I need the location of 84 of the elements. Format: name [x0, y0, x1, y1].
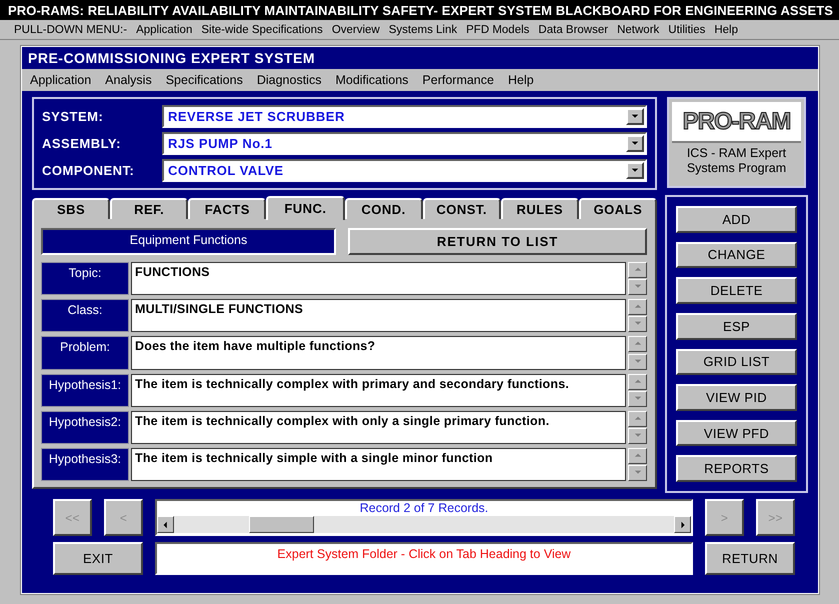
dropdown-arrow-icon: [631, 166, 639, 174]
scroll-up-button[interactable]: [628, 410, 647, 427]
scroll-down-button[interactable]: [628, 354, 647, 370]
menu-item[interactable]: Network: [617, 24, 660, 36]
menu-item[interactable]: Diagnostics: [256, 73, 322, 87]
tab[interactable]: CONST.: [422, 198, 501, 219]
dropdown[interactable]: CONTROL VALVE: [162, 159, 647, 182]
menu-item[interactable]: Application: [30, 73, 92, 87]
return-button[interactable]: RETURN: [705, 542, 795, 575]
menu-item[interactable]: Help: [714, 24, 738, 36]
menu-item[interactable]: Overview: [332, 24, 380, 36]
dropdown-arrow-icon: [631, 140, 639, 148]
scroll-up-button[interactable]: [628, 299, 647, 316]
field-label: Topic:: [41, 262, 129, 296]
menu-item[interactable]: Modifications: [335, 73, 408, 87]
text-area[interactable]: MULTI/SINGLE FUNCTIONS: [131, 299, 626, 332]
scroll-up-button[interactable]: [628, 448, 647, 464]
menu-item[interactable]: Data Browser: [538, 24, 608, 36]
action-button[interactable]: CHANGE: [676, 242, 797, 268]
scroll-down-button[interactable]: [628, 279, 647, 296]
text-area[interactable]: Does the item have multiple functions?: [131, 336, 626, 370]
field-label: Class:: [41, 299, 129, 332]
text-area[interactable]: The item is technically simple with a single minor function: [131, 448, 626, 482]
menu-item[interactable]: Help: [508, 73, 534, 87]
tab[interactable]: FUNC.: [266, 196, 344, 220]
text-area[interactable]: The item is technically complex with only a single primary function.: [131, 410, 626, 444]
action-button[interactable]: GRID LIST: [676, 348, 797, 376]
menu-item[interactable]: Performance: [422, 73, 494, 87]
scroll-down-button[interactable]: [628, 465, 647, 482]
tab[interactable]: SBS: [32, 198, 110, 219]
scroll-down-button[interactable]: [628, 390, 647, 407]
up-arrow-icon: [634, 266, 642, 274]
menu-item[interactable]: PFD Models: [466, 24, 530, 36]
field-label: ASSEMBLY:: [42, 136, 122, 151]
up-arrow-icon: [634, 378, 642, 386]
field-label: COMPONENT:: [42, 163, 136, 178]
window-title: PRE-COMMISSIONING EXPERT SYSTEM: [22, 47, 818, 69]
tab[interactable]: RULES: [500, 198, 579, 219]
action-button[interactable]: ESP: [676, 312, 797, 340]
panel-heading: Equipment Functions: [41, 228, 336, 255]
left-arrow-icon: [162, 520, 170, 528]
scroll-up-button[interactable]: [628, 262, 647, 278]
record-count: Record 2 of 7 Records.: [358, 501, 490, 516]
tab[interactable]: REF.: [110, 198, 188, 219]
field-label: Hypothesis1:: [41, 374, 129, 407]
return-to-list-button[interactable]: RETURN TO LIST: [348, 228, 647, 255]
scroll-down-button[interactable]: [628, 428, 647, 444]
menu-item[interactable]: Utilities: [668, 24, 706, 36]
menu-item[interactable]: Systems Link: [388, 24, 458, 36]
text-area[interactable]: FUNCTIONS: [131, 262, 626, 296]
action-button[interactable]: VIEW PFD: [676, 420, 797, 446]
dropdown[interactable]: RJS PUMP No.1: [162, 132, 647, 155]
field-label: SYSTEM:: [42, 109, 104, 124]
field-label: Hypothesis2:: [41, 410, 129, 444]
menu-item[interactable]: Analysis: [105, 73, 152, 87]
action-button[interactable]: REPORTS: [676, 455, 797, 482]
menu-item[interactable]: Site-wide Specifications: [201, 24, 323, 36]
dropdown-arrow-icon: [631, 112, 639, 120]
tab[interactable]: FACTS: [188, 198, 266, 219]
tab[interactable]: GOALS: [578, 198, 657, 219]
field-label: Problem:: [41, 336, 129, 370]
right-arrow-icon: [678, 520, 686, 528]
action-button[interactable]: ADD: [676, 206, 797, 233]
up-arrow-icon: [634, 414, 642, 423]
tab[interactable]: COND.: [344, 198, 423, 219]
action-button[interactable]: VIEW PID: [676, 384, 797, 411]
up-arrow-icon: [634, 452, 642, 460]
menu-item[interactable]: Application: [136, 24, 192, 36]
logo: PRO-RAM: [672, 102, 801, 141]
menu-item[interactable]: Specifications: [166, 73, 243, 87]
exit-button[interactable]: EXIT: [53, 542, 143, 575]
scroll-thumb[interactable]: [249, 516, 314, 533]
menu-label: PULL-DOWN MENU:-: [14, 24, 128, 36]
scroll-bar[interactable]: [157, 516, 691, 533]
scroll-down-button[interactable]: [628, 316, 647, 332]
status-message: Expert System Folder - Click on Tab Heading to View: [155, 542, 693, 575]
field-label: Hypothesis3:: [41, 448, 129, 482]
text-area[interactable]: The item is technically complex with primary and secondary functions.: [131, 374, 626, 407]
scroll-up-button[interactable]: [628, 374, 647, 390]
action-button[interactable]: DELETE: [676, 277, 797, 304]
app-title: PRO-RAMS: RELIABILITY AVAILABILITY MAINTAINABILITY SAFETY- EXPERT SYSTEM BLACKBOARD FOR ENGINEERING ASSETS: [0, 0, 839, 20]
dropdown[interactable]: REVERSE JET SCRUBBER: [162, 105, 647, 128]
logo-caption: ICS - RAM Expert Systems Program: [686, 145, 788, 177]
scroll-up-button[interactable]: [628, 336, 647, 352]
